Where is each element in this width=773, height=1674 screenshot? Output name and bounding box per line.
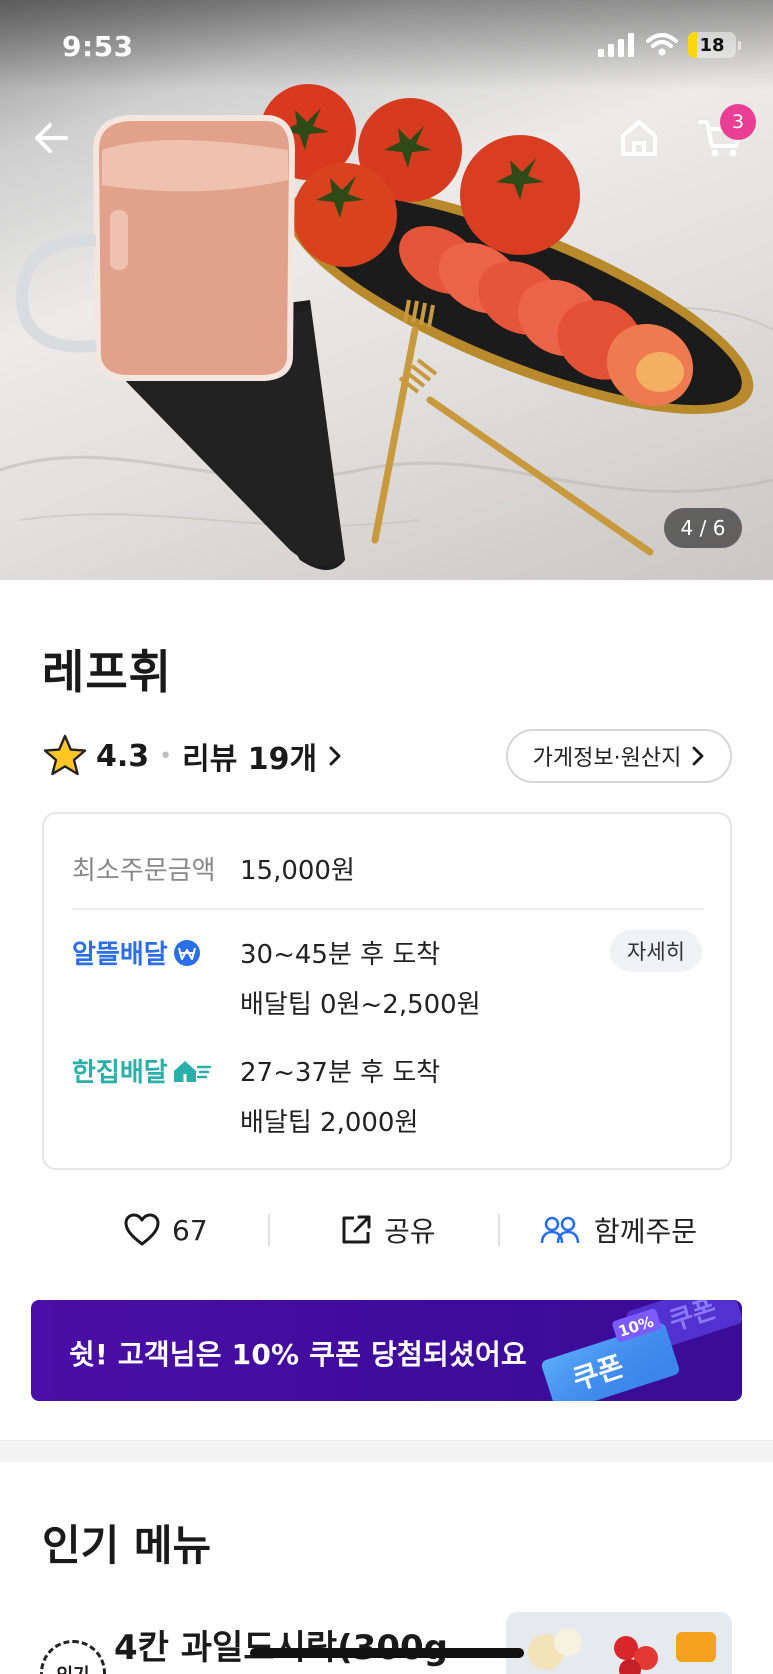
coupon-banner[interactable]: 쉿! 고객님은 10% 쿠폰 당첨되셨어요 쿠폰 쿠폰 10% bbox=[31, 1300, 742, 1401]
share-button[interactable]: 공유 bbox=[340, 1202, 436, 1258]
min-order-label: 최소주문금액 bbox=[72, 856, 216, 886]
fruit-box-image bbox=[506, 1612, 732, 1674]
rating-value: 4.3 bbox=[96, 738, 150, 774]
action-divider bbox=[268, 1214, 270, 1246]
popular-menu-item[interactable]: 인기 4칸 과일도시락(300g bbox=[0, 1598, 773, 1674]
hanjip-delivery-label: 한집배달 bbox=[72, 1052, 212, 1089]
hanjip-delivery-tip: 배달팁 2,000원 bbox=[240, 1108, 419, 1138]
wifi-icon bbox=[646, 33, 678, 56]
delivery-detail-button[interactable]: 자세히 bbox=[610, 930, 702, 972]
popular-menu-title: 인기 메뉴 bbox=[42, 1521, 212, 1570]
like-count: 67 bbox=[172, 1213, 208, 1247]
popular-badge: 인기 bbox=[40, 1640, 106, 1674]
status-icons: 18 bbox=[598, 32, 741, 58]
cellular-signal-icon bbox=[598, 33, 634, 57]
chevron-right-icon bbox=[329, 746, 341, 766]
store-info-origin-button[interactable]: 가게정보·원산지 bbox=[506, 729, 732, 783]
share-label: 공유 bbox=[384, 1215, 436, 1248]
group-order-button[interactable]: 함께주문 bbox=[540, 1202, 697, 1258]
home-icon bbox=[621, 120, 657, 156]
home-indicator bbox=[250, 1648, 524, 1658]
hanjip-house-icon bbox=[173, 1060, 211, 1082]
hanjip-delivery-text: 한집배달 bbox=[72, 1058, 168, 1088]
min-order-value: 15,000원 bbox=[240, 856, 355, 886]
hanjip-delivery-time: 27~37분 후 도착 bbox=[240, 1058, 441, 1088]
image-counter: 4 / 6 bbox=[664, 508, 742, 548]
review-count-label: 리뷰 19개 bbox=[182, 742, 318, 777]
back-arrow-icon bbox=[35, 123, 68, 153]
heart-icon bbox=[124, 1213, 160, 1246]
alddeul-delivery-time: 30~45분 후 도착 bbox=[240, 940, 441, 970]
section-separator bbox=[0, 1440, 773, 1462]
menu-item-name: 4칸 과일도시락(300g bbox=[114, 1628, 448, 1668]
alddeul-delivery-label: 알뜰배달 bbox=[72, 934, 202, 971]
battery-indicator: 18 bbox=[688, 32, 736, 58]
alddeul-delivery-tip: 배달팁 0원~2,500원 bbox=[240, 990, 481, 1020]
battery-level-text: 18 bbox=[699, 34, 725, 56]
menu-item-thumbnail bbox=[506, 1612, 732, 1674]
alddeul-delivery-text: 알뜰배달 bbox=[72, 940, 168, 970]
cart-count-badge: 3 bbox=[720, 104, 756, 140]
store-name: 레프휘 bbox=[42, 645, 172, 699]
action-row: 67 공유 함께주문 bbox=[42, 1202, 732, 1258]
review-link[interactable]: 리뷰 19개 bbox=[182, 734, 343, 778]
status-time: 9:53 bbox=[62, 30, 134, 63]
status-bar: 9:53 18 bbox=[0, 0, 773, 95]
dot-separator: • bbox=[159, 743, 173, 769]
group-people-icon bbox=[540, 1216, 580, 1244]
battery-fill bbox=[688, 32, 697, 58]
coupon-ticket-icon: 쿠폰 쿠폰 10% bbox=[541, 1300, 742, 1401]
delivery-info-box: 최소주문금액 15,000원 알뜰배달 30~45분 후 도착 배달팁 0원~2… bbox=[42, 812, 732, 1170]
store-info-origin-label: 가게정보·원산지 bbox=[532, 746, 682, 771]
star-icon bbox=[43, 734, 87, 776]
chevron-right-icon bbox=[692, 746, 704, 766]
share-icon bbox=[342, 1215, 371, 1244]
alddeul-won-icon bbox=[173, 939, 200, 966]
divider bbox=[72, 908, 704, 910]
store-hero-image[interactable]: 9:53 18 3 4 / 6 bbox=[0, 0, 773, 580]
home-button[interactable] bbox=[613, 112, 665, 164]
group-order-label: 함께주문 bbox=[594, 1215, 698, 1248]
rating-row: 4.3 • 리뷰 19개 bbox=[42, 730, 343, 782]
battery-cap bbox=[738, 40, 741, 50]
coupon-banner-text: 쉿! 고객님은 10% 쿠폰 당첨되셨어요 bbox=[69, 1338, 527, 1371]
back-button[interactable] bbox=[26, 112, 78, 164]
like-button[interactable]: 67 bbox=[124, 1202, 208, 1258]
action-divider bbox=[498, 1214, 500, 1246]
